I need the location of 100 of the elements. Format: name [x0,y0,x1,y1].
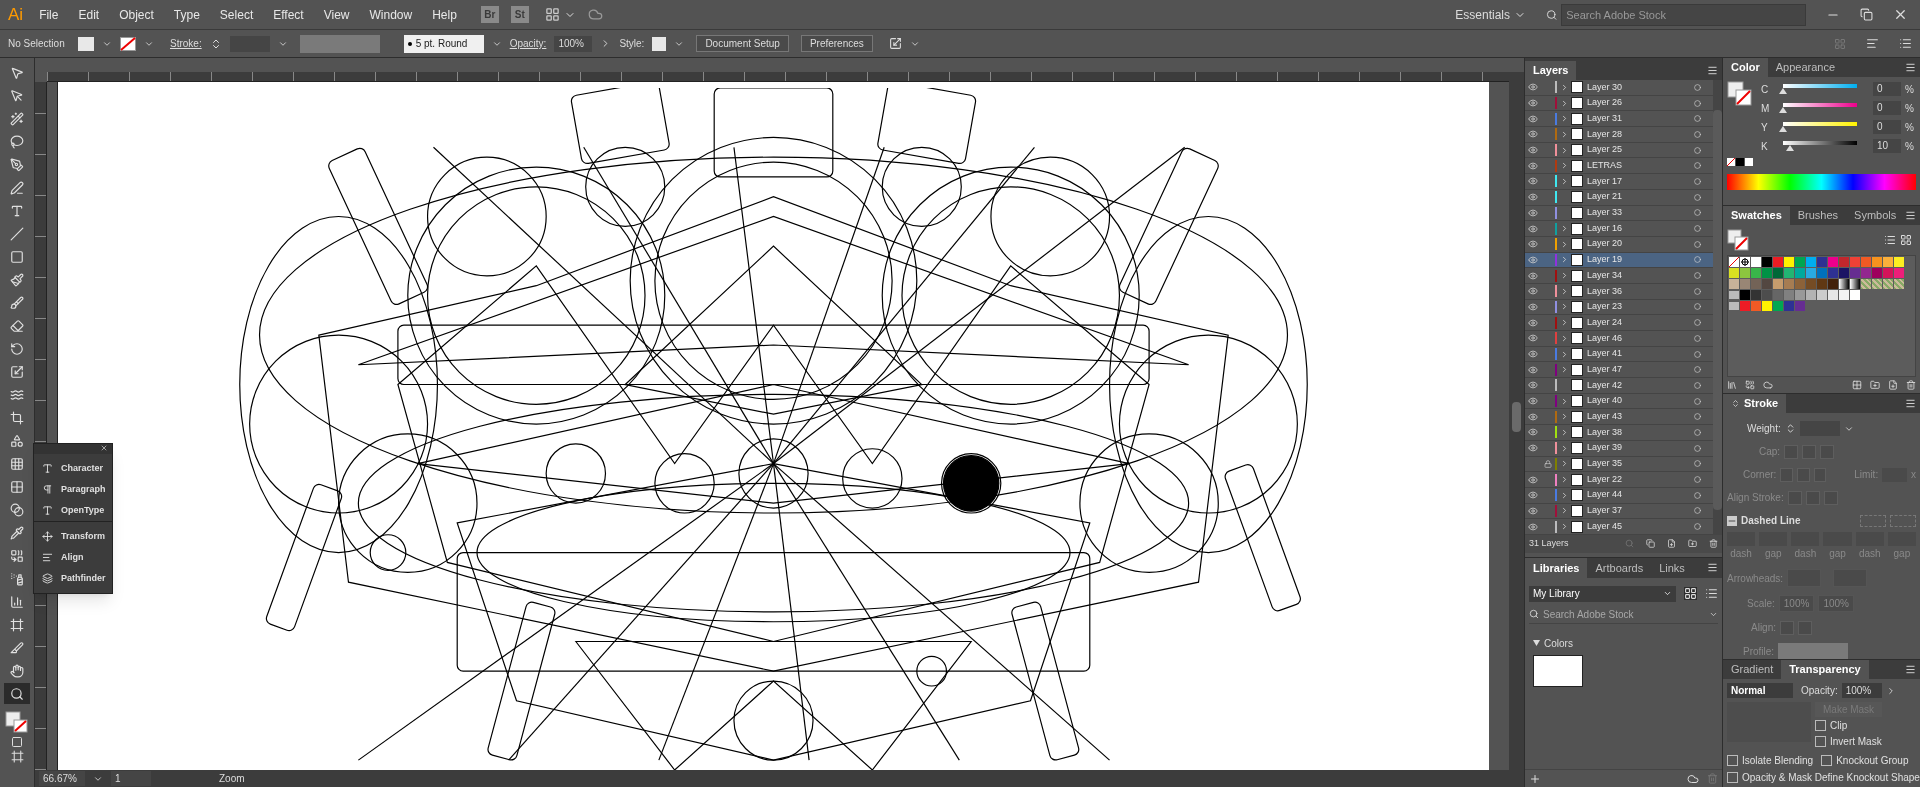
app-logo: Ai [7,3,25,26]
panel-shortcut[interactable]: OpenType [34,500,113,521]
panel-tab[interactable]: Layers [1525,61,1577,80]
menu-item[interactable]: Effect [265,5,312,24]
layer-row[interactable]: Layer 45 [1525,519,1713,535]
layer-row[interactable]: Layer 34 [1525,268,1713,284]
layer-name: Layer 24 [1587,315,1624,329]
weight-label: Weight: [1747,422,1781,436]
layer-row[interactable]: LETRAS [1525,158,1713,175]
menu-item[interactable]: File [31,5,67,24]
layer-name: Layer 17 [1587,174,1624,188]
menu-item[interactable]: Window [361,5,421,24]
panel-tab[interactable]: Color [1723,58,1768,77]
layer-row[interactable]: Layer 22 [1525,472,1713,488]
panel-shortcut[interactable]: Align [34,547,92,568]
stroke-label: Stroke: [170,37,202,51]
opacity-label: Opacity: [509,37,547,51]
panel-shortcut[interactable]: Transform [34,526,113,547]
channel-label: K [1761,139,1769,154]
layer-row[interactable]: Layer 23 [1525,299,1713,316]
channel-label: M [1761,101,1771,116]
layer-row[interactable]: Layer 25 [1525,142,1713,159]
control-button[interactable]: Document Setup [696,35,789,52]
layer-name: Layer 20 [1587,237,1624,251]
layer-name: Layer 36 [1587,284,1624,298]
selection-label: No Selection [8,37,66,51]
library-search-field[interactable]: Search Adobe Stock [1543,606,1705,622]
layer-name: Layer 46 [1587,331,1624,345]
artboard-number-field[interactable]: 1 [111,771,151,786]
control-button[interactable]: Preferences [800,35,873,52]
layer-name: Layer 41 [1587,347,1624,361]
menu-item[interactable]: View [315,5,358,24]
layer-name: Layer 42 [1587,378,1624,392]
layer-row[interactable]: Layer 20 [1525,236,1713,253]
channel-label: Y [1761,120,1769,135]
unit-label: % [1905,120,1914,135]
layer-row[interactable]: Layer 36 [1525,283,1713,300]
menu-item[interactable]: Select [211,5,262,24]
layer-row[interactable]: Layer 41 [1525,346,1713,363]
layer-name: Layer 19 [1587,253,1624,267]
layer-row[interactable]: Layer 46 [1525,331,1713,347]
layer-row[interactable]: Layer 17 [1525,174,1713,190]
layer-row[interactable]: Layer 35 [1525,456,1713,473]
channel-value-field[interactable]: 0 [1873,120,1901,134]
layer-row[interactable]: Layer 21 [1525,189,1713,206]
panel-shortcut[interactable]: Pathfinder [34,568,114,589]
panel-tab[interactable]: Libraries [1525,557,1588,578]
opacity-field[interactable]: 100% [1841,683,1882,698]
layer-row[interactable]: Layer 38 [1525,425,1713,441]
layer-row[interactable]: Layer 33 [1525,205,1713,222]
layer-name: Layer 35 [1587,457,1624,471]
layer-row[interactable]: Layer 30 [1525,80,1713,96]
layer-name: Layer 26 [1587,96,1624,110]
library-dropdown[interactable]: My Library [1529,585,1676,602]
layer-name: Layer 16 [1587,221,1624,235]
layer-row[interactable]: Layer 37 [1525,503,1713,520]
layer-row[interactable]: Layer 31 [1525,111,1713,128]
layer-name: Layer 25 [1587,143,1624,157]
channel-value-field[interactable]: 0 [1873,101,1901,115]
style-label: Style: [619,37,645,51]
opacity-field[interactable]: 100% [554,35,593,52]
layer-row[interactable]: Layer 24 [1525,315,1713,331]
layer-row[interactable]: Layer 16 [1525,221,1713,237]
layer-name: Layer 44 [1587,488,1624,502]
layer-name: Layer 30 [1587,80,1624,94]
stock-search-field[interactable]: Search Adobe Stock [1561,3,1806,26]
layer-row[interactable]: Layer 44 [1525,487,1713,504]
menu-item[interactable]: Help [424,5,465,24]
layer-row[interactable]: Layer 26 [1525,95,1713,112]
layer-name: Layer 45 [1587,519,1624,533]
layer-name: Layer 40 [1587,394,1624,408]
layer-row[interactable]: Layer 42 [1525,378,1713,394]
status-text: Zoom [219,772,245,786]
layer-name: Layer 31 [1587,111,1624,125]
brush-dropdown[interactable]: 5 pt. Round [403,34,484,53]
blend-mode-dropdown[interactable]: Normal [1727,683,1793,698]
unit-label: % [1905,82,1914,97]
workspace-switcher[interactable]: Essentials [1447,5,1534,24]
layer-count: 31 Layers [1529,537,1569,551]
layer-row[interactable]: Layer 47 [1525,362,1713,379]
checkbox-label: Isolate Blending [1742,754,1814,768]
panel-shortcut[interactable]: Character [34,458,112,479]
menu-item[interactable]: Type [165,5,208,24]
stock-button[interactable]: St [510,6,529,23]
layer-row[interactable]: Layer 39 [1525,440,1713,457]
layer-row[interactable]: Layer 28 [1525,127,1713,143]
zoom-level-field[interactable]: 66.67% [39,771,85,786]
checkbox-label: Opacity & Mask Define Knockout Shape [1742,771,1920,785]
menu-item[interactable]: Object [111,5,162,24]
menu-item[interactable]: Edit [70,5,108,24]
channel-value-field[interactable]: 0 [1873,82,1901,96]
layer-row[interactable]: Layer 43 [1525,409,1713,426]
unit-label: % [1905,101,1914,116]
layer-row[interactable]: Layer 40 [1525,393,1713,410]
panel-tab[interactable]: Transparency [1781,660,1869,679]
channel-value-field[interactable]: 10 [1873,139,1901,153]
panel-shortcut[interactable]: Paragraph [34,479,114,500]
layer-name: Layer 28 [1587,127,1624,141]
panel-tab[interactable]: Swatches [1723,206,1790,225]
layer-name: Layer 38 [1587,425,1624,439]
